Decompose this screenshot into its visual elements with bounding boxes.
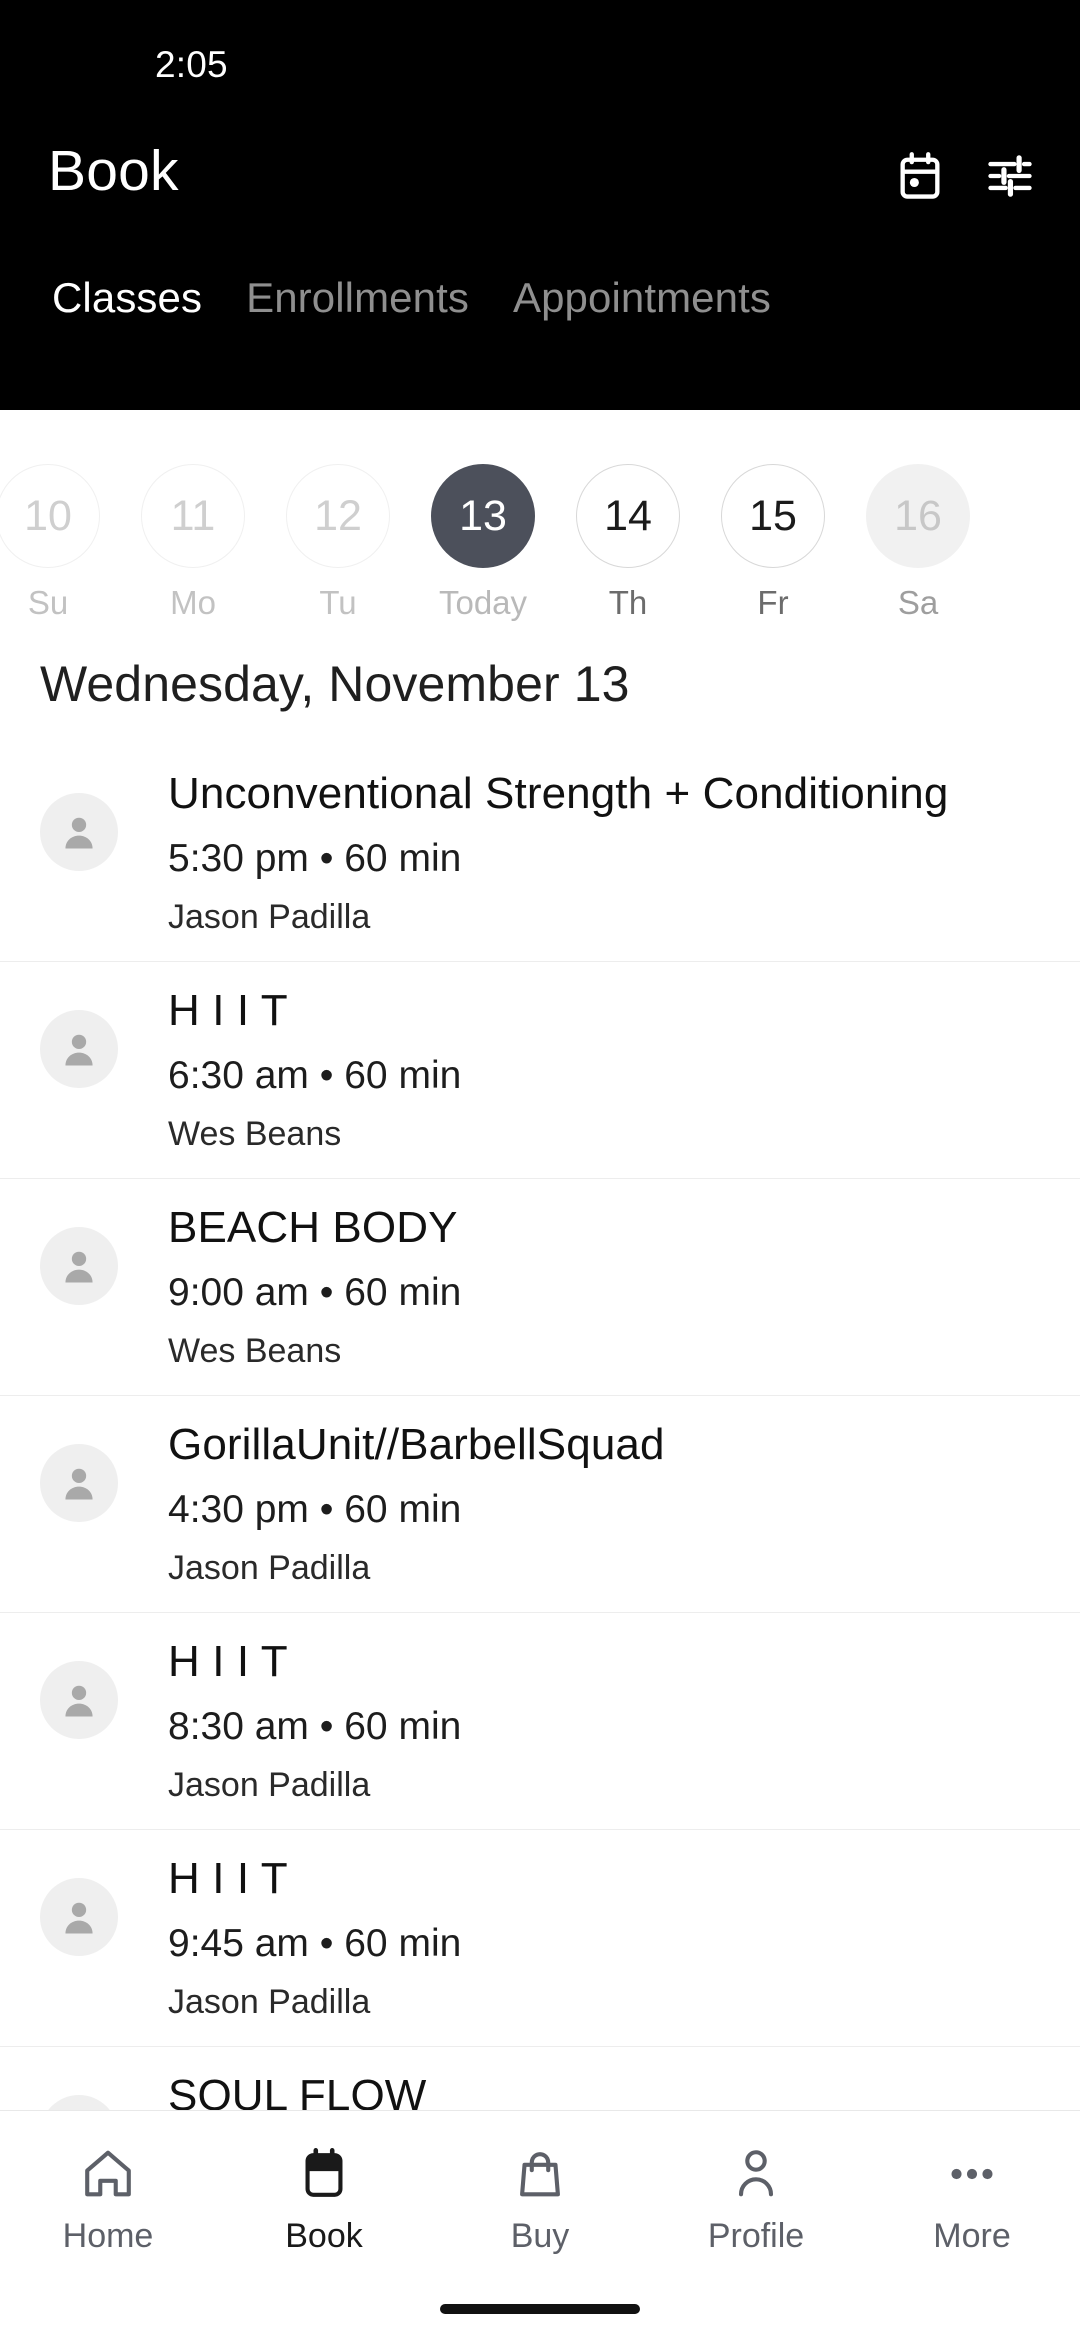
date-cell-16[interactable]: 16 Sa xyxy=(866,410,970,619)
class-instructor: Jason Padilla xyxy=(168,1548,371,1587)
nav-label: Home xyxy=(62,2217,154,2255)
instructor-avatar-placeholder-icon xyxy=(40,1878,118,1956)
nav-item-home[interactable]: Home xyxy=(0,2111,216,2253)
home-indicator xyxy=(440,2304,640,2314)
instructor-avatar-placeholder-icon xyxy=(40,1661,118,1739)
class-instructor: Wes Beans xyxy=(168,1114,342,1153)
app-bar-actions xyxy=(894,150,1036,202)
class-time-duration: 8:30 am • 60 min xyxy=(168,1704,462,1748)
date-cell-15[interactable]: 15 Fr xyxy=(721,410,825,619)
tab-classes[interactable]: Classes xyxy=(30,250,224,322)
home-icon xyxy=(79,2141,137,2207)
date-number: 14 xyxy=(576,464,680,568)
date-weekday-label: Th xyxy=(608,584,648,621)
date-cell-10[interactable]: 10 Su xyxy=(0,410,100,619)
class-row[interactable]: H I I T 9:45 am • 60 min Jason Padilla xyxy=(0,1830,1080,2047)
class-title: H I I T xyxy=(168,1854,288,1903)
status-bar-clock: 2:05 xyxy=(155,44,228,85)
instructor-avatar-placeholder-icon xyxy=(40,793,118,871)
instructor-avatar-placeholder-icon xyxy=(40,1227,118,1305)
tab-appointments[interactable]: Appointments xyxy=(491,250,793,322)
date-weekday-label: Su xyxy=(27,584,69,621)
date-number: 13 xyxy=(431,464,535,568)
instructor-avatar-placeholder-icon xyxy=(40,1010,118,1088)
date-number: 11 xyxy=(141,464,245,568)
date-weekday-label: Sa xyxy=(897,584,939,621)
page-title: Book xyxy=(48,139,179,203)
class-instructor: Jason Padilla xyxy=(168,1765,371,1804)
app-bar: Book xyxy=(0,110,1080,235)
class-title: Unconventional Strength + Conditioning xyxy=(168,769,949,818)
class-instructor: Jason Padilla xyxy=(168,897,371,936)
class-time-duration: 9:00 am • 60 min xyxy=(168,1270,462,1314)
date-cell-11[interactable]: 11 Mo xyxy=(141,410,245,619)
tab-bar: Classes Enrollments Appointments xyxy=(0,250,1080,410)
shopping-bag-icon xyxy=(511,2141,569,2207)
date-weekday-label: Mo xyxy=(170,584,216,621)
bottom-navigation: Home Book Buy Profile More xyxy=(0,2110,1080,2340)
instructor-avatar-placeholder-icon xyxy=(40,1444,118,1522)
date-cell-14[interactable]: 14 Th xyxy=(576,410,680,619)
class-row-text: GorillaUnit//BarbellSquad 4:30 pm • 60 mi… xyxy=(168,1418,665,1585)
class-row[interactable]: Unconventional Strength + Conditioning 5:… xyxy=(0,745,1080,962)
class-title: BEACH BODY xyxy=(168,1203,458,1252)
class-time-duration: 5:30 pm • 60 min xyxy=(168,836,462,880)
date-strip[interactable]: 10 Su 11 Mo 12 Tu 13 Today 14 Th 15 Fr 16 Sa xyxy=(0,410,1080,655)
class-row[interactable]: BEACH BODY 9:00 am • 60 min Wes Beans xyxy=(0,1179,1080,1396)
class-title: GorillaUnit//BarbellSquad xyxy=(168,1420,665,1469)
class-row-text: H I I T 9:45 am • 60 min Jason Padilla xyxy=(168,1852,461,2019)
class-row-text: H I I T 6:30 am • 60 min Wes Beans xyxy=(168,984,461,1151)
nav-label: Buy xyxy=(510,2217,570,2255)
date-weekday-label: Tu xyxy=(319,584,357,621)
class-time-duration: 9:45 am • 60 min xyxy=(168,1921,462,1965)
date-weekday-label: Fr xyxy=(757,584,789,621)
date-weekday-label: Today xyxy=(438,584,528,621)
class-row[interactable]: H I I T 6:30 am • 60 min Wes Beans xyxy=(0,962,1080,1179)
class-row-text: H I I T 8:30 am • 60 min Jason Padilla xyxy=(168,1635,461,1802)
tab-enrollments[interactable]: Enrollments xyxy=(224,250,491,322)
date-number: 16 xyxy=(866,464,970,568)
person-icon xyxy=(727,2141,785,2207)
filter-icon[interactable] xyxy=(984,150,1036,202)
date-number: 15 xyxy=(721,464,825,568)
class-row-text: Unconventional Strength + Conditioning 5:… xyxy=(168,767,948,934)
class-row-text: BEACH BODY 9:00 am • 60 min Wes Beans xyxy=(168,1201,461,1368)
class-row[interactable]: GorillaUnit//BarbellSquad 4:30 pm • 60 mi… xyxy=(0,1396,1080,1613)
class-time-duration: 4:30 pm • 60 min xyxy=(168,1487,462,1531)
class-title: H I I T xyxy=(168,1637,288,1686)
class-instructor: Jason Padilla xyxy=(168,1982,371,2021)
nav-item-buy[interactable]: Buy xyxy=(432,2111,648,2253)
class-title: H I I T xyxy=(168,986,288,1035)
header-block: 2:05 Book Classes Enrollments Appointmen… xyxy=(0,0,1080,410)
nav-label: Profile xyxy=(707,2217,805,2255)
day-heading: Wednesday, November 13 xyxy=(40,656,630,712)
app-screen: 2:05 Book Classes Enrollments Appointmen… xyxy=(0,0,1080,2340)
calendar-picker-icon[interactable] xyxy=(894,150,946,202)
calendar-icon xyxy=(295,2141,353,2207)
nav-item-book[interactable]: Book xyxy=(216,2111,432,2253)
nav-item-more[interactable]: More xyxy=(864,2111,1080,2253)
date-number: 12 xyxy=(286,464,390,568)
more-dots-icon xyxy=(943,2141,1001,2207)
status-bar: 2:05 xyxy=(0,0,1080,110)
class-instructor: Wes Beans xyxy=(168,1331,342,1370)
nav-item-profile[interactable]: Profile xyxy=(648,2111,864,2253)
nav-label: Book xyxy=(285,2217,363,2255)
class-list[interactable]: Unconventional Strength + Conditioning 5:… xyxy=(0,745,1080,2120)
date-cell-13[interactable]: 13 Today xyxy=(431,410,535,619)
date-cell-12[interactable]: 12 Tu xyxy=(286,410,390,619)
nav-label: More xyxy=(933,2217,1011,2255)
date-number: 10 xyxy=(0,464,100,568)
class-time-duration: 6:30 am • 60 min xyxy=(168,1053,462,1097)
class-row[interactable]: H I I T 8:30 am • 60 min Jason Padilla xyxy=(0,1613,1080,1830)
